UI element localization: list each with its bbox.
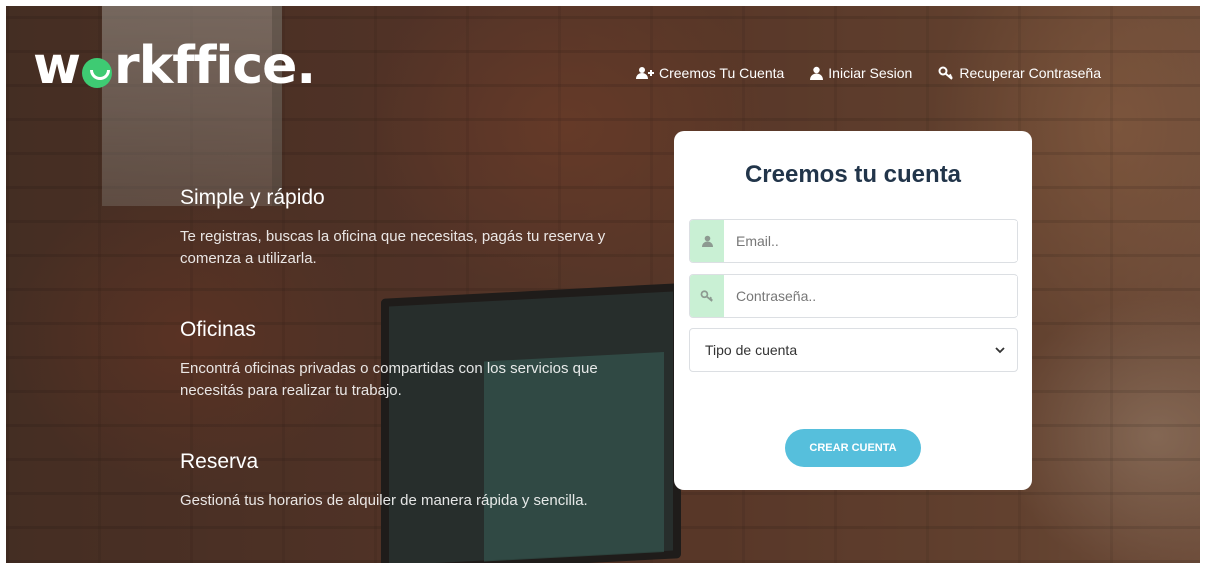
nav-login[interactable]: Iniciar Sesion (810, 65, 912, 81)
logo-text-end: rkffice. (114, 36, 316, 96)
nav-create-account-label: Creemos Tu Cuenta (659, 65, 785, 81)
signup-title: Creemos tu cuenta (744, 161, 962, 188)
email-field (689, 219, 1018, 263)
key-icon (700, 290, 713, 302)
create-account-button[interactable]: CREAR CUENTA (785, 429, 921, 467)
add-user-icon (636, 67, 654, 79)
password-input[interactable] (724, 276, 1017, 316)
user-icon (701, 235, 713, 247)
feature-simple: Simple y rápido Te registras, buscas la … (180, 186, 650, 270)
user-icon (810, 66, 824, 80)
nav-create-account[interactable]: Creemos Tu Cuenta (636, 65, 784, 81)
nav-recover-password[interactable]: Recuperar Contraseña (938, 65, 1101, 81)
logo-smile-icon (82, 58, 113, 88)
account-type-select[interactable]: Tipo de cuenta (689, 328, 1018, 372)
feature-title: Simple y rápido (180, 186, 325, 209)
feature-title: Reserva (180, 450, 259, 473)
feature-text: Encontrá oficinas privadas o compartidas… (180, 360, 598, 399)
signup-card: Creemos tu cuenta Tipo de cuenta CREAR C… (674, 131, 1032, 490)
email-input[interactable] (724, 221, 1017, 261)
top-navigation: Creemos Tu Cuenta Iniciar Sesion Recuper… (636, 65, 1101, 81)
account-type-value: Tipo de cuenta (705, 342, 798, 358)
nav-login-label: Iniciar Sesion (828, 65, 913, 81)
workffice-logo[interactable]: w rkffice. (33, 36, 316, 96)
feature-text: Gestioná tus horarios de alquiler de man… (180, 492, 588, 509)
feature-text: Te registras, buscas la oficina que nece… (180, 228, 606, 267)
chevron-down-icon (995, 346, 1005, 353)
password-addon (690, 275, 724, 317)
email-addon (690, 220, 724, 262)
password-field (689, 274, 1018, 318)
nav-recover-password-label: Recuperar Contraseña (959, 65, 1101, 81)
key-icon (938, 66, 954, 80)
feature-booking: Reserva Gestioná tus horarios de alquile… (180, 450, 650, 512)
logo-text-start: w (33, 36, 81, 96)
feature-offices: Oficinas Encontrá oficinas privadas o co… (180, 318, 650, 402)
feature-title: Oficinas (180, 318, 256, 341)
